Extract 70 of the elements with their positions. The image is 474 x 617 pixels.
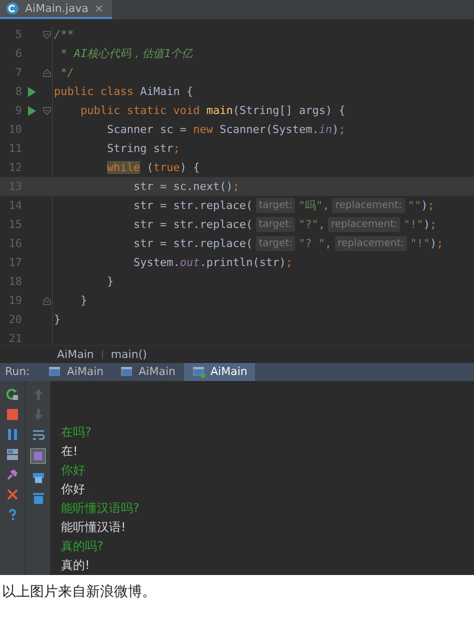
fold-icon[interactable]	[43, 106, 51, 115]
code-line: public class AiMain {	[54, 85, 194, 98]
line-number: 9	[14, 104, 22, 118]
layout-icon[interactable]	[6, 448, 19, 461]
line-number: 8	[14, 85, 22, 98]
stop-icon[interactable]	[6, 408, 19, 421]
trash-icon[interactable]	[32, 491, 44, 504]
line-number: 18	[8, 275, 22, 288]
run-icon[interactable]	[28, 86, 36, 97]
line-number: 19	[8, 294, 22, 308]
line-number: 20	[8, 313, 22, 326]
line-number: 11	[8, 142, 22, 156]
run-label: Run:	[4, 364, 31, 380]
console-line: 真的吗?	[61, 538, 104, 555]
pause-icon[interactable]	[6, 428, 19, 441]
editor-tab[interactable]: AiMain.java ×	[0, 0, 112, 20]
line-number: 6	[14, 47, 22, 60]
line-number: 21	[8, 332, 22, 346]
help-icon[interactable]	[6, 508, 19, 521]
fold-icon[interactable]	[43, 68, 51, 77]
run-icon[interactable]	[28, 106, 36, 116]
line-number: 7	[14, 66, 22, 80]
line-number: 15	[8, 218, 22, 232]
fold-icon[interactable]	[43, 30, 51, 39]
breadcrumb-item[interactable]: AiMain	[57, 348, 94, 361]
pin-icon[interactable]	[6, 468, 19, 481]
rerun-icon[interactable]	[6, 388, 19, 401]
code-line: str = str.replace( target: "?", replacement: "!");	[132, 217, 437, 232]
code-line: }	[106, 275, 114, 288]
console-window-icon	[192, 366, 206, 378]
code-line: }	[54, 313, 61, 326]
fold-icon[interactable]	[43, 296, 51, 305]
caption: 以上图片来自新浪微博。	[1, 583, 157, 601]
console-line: 能听懂汉语!	[61, 519, 127, 536]
console-window-icon	[48, 366, 62, 378]
close-icon[interactable]	[6, 488, 19, 501]
code-line: }	[79, 294, 88, 308]
line-number: 14	[8, 199, 22, 212]
code-line: String str;	[106, 142, 180, 156]
line-number: 16	[8, 237, 22, 250]
console-line: 在!	[61, 443, 79, 460]
line-number: 10	[8, 123, 22, 136]
code-line: public static void main(String[] args) {	[79, 104, 346, 118]
line-number: 5	[14, 28, 22, 42]
print-icon[interactable]	[32, 471, 44, 484]
run-tab[interactable]: AiMain	[112, 362, 184, 381]
wrap-icon[interactable]	[32, 428, 44, 441]
code-line: System.out.println(str);	[132, 256, 292, 270]
console-line: 真的!	[61, 557, 91, 574]
code-line: str = sc.next();	[132, 180, 240, 194]
console-window-icon	[120, 366, 134, 378]
run-tab[interactable]: AiMain	[40, 362, 112, 381]
class-file-icon	[6, 2, 19, 16]
console-line: 你好	[61, 462, 86, 479]
console-line: 在吗?	[61, 424, 92, 441]
close-icon[interactable]: ×	[94, 2, 104, 16]
breadcrumb-item[interactable]: main()	[110, 348, 147, 361]
run-tab[interactable]: AiMain	[184, 362, 256, 381]
code-line: Scanner sc = new Scanner(System.in);	[106, 123, 346, 136]
code-line: /**	[54, 28, 74, 42]
code-line: * AI核心代码，估值1个亿	[60, 46, 193, 62]
line-number: 12	[8, 161, 22, 174]
code-line: str = str.replace( target: "? ", replacement: "!");	[132, 236, 444, 252]
scroll-to-end-icon[interactable]	[30, 448, 46, 464]
line-number: 17	[8, 256, 22, 270]
console-line: 能听懂汉语吗?	[61, 500, 140, 517]
code-line: str = str.replace( target: "吗", replacement: "");	[132, 198, 434, 214]
code-line: while (true) {	[106, 161, 200, 174]
code-line: */	[60, 66, 74, 80]
console-line: 你好	[61, 481, 86, 498]
